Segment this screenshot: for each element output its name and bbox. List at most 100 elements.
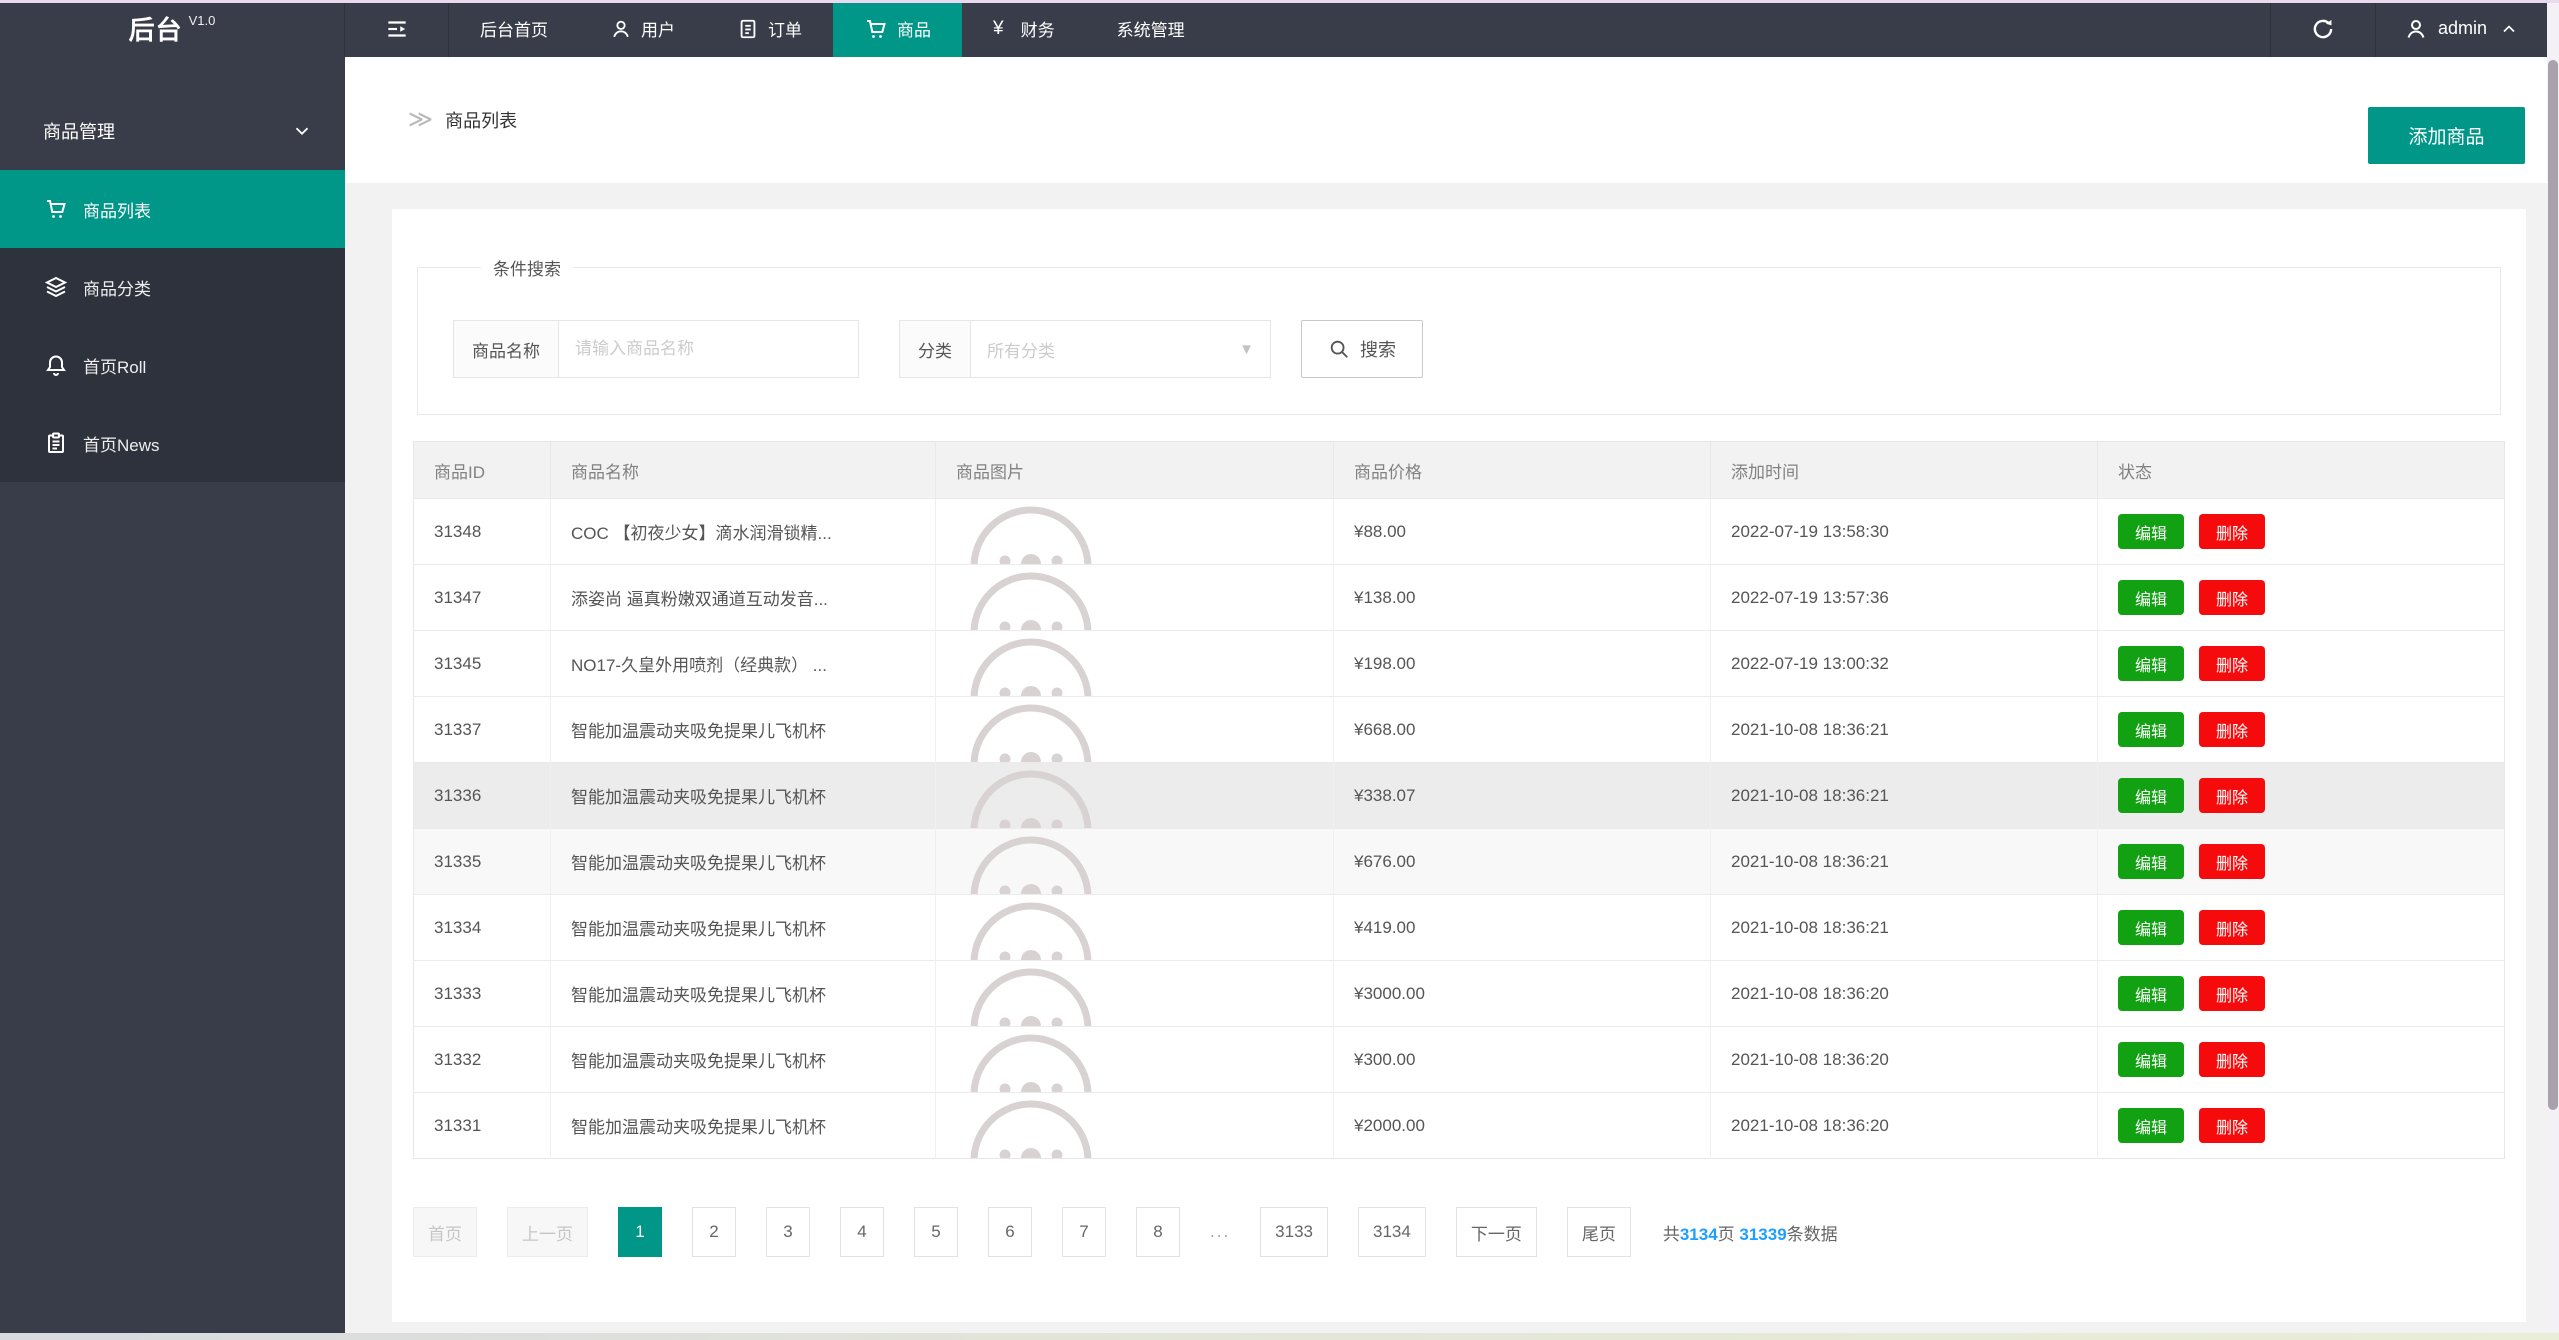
goods-status-cell: 编辑 删除	[2097, 564, 2505, 631]
add-goods-button[interactable]: 添加商品	[2368, 107, 2525, 164]
pager-page-3133[interactable]: 3133	[1260, 1207, 1328, 1257]
sidebar-item-label: 商品列表	[83, 201, 151, 221]
navbar-right: admin	[2269, 0, 2547, 57]
broken-image-placeholder-icon	[956, 698, 1333, 762]
goods-id-cell: 31348	[413, 498, 551, 565]
pager-page-3[interactable]: 3	[766, 1207, 810, 1257]
broken-image-placeholder-icon	[956, 1028, 1333, 1092]
total-records: 31339	[1739, 1224, 1787, 1244]
table-row: 31333 智能加温震动夹吸免提果儿飞机杯 ¥3000.00 2021-10-08 1…	[413, 960, 2505, 1027]
vertical-scrollbar[interactable]	[2547, 3, 2559, 1333]
pager-page-2[interactable]: 2	[692, 1207, 736, 1257]
pager-page-3134[interactable]: 3134	[1358, 1207, 1426, 1257]
delete-button[interactable]: 删除	[2199, 778, 2265, 813]
nav-item-1[interactable]: 用户	[579, 0, 706, 57]
pager-page-5[interactable]: 5	[914, 1207, 958, 1257]
goods-time-cell: 2021-10-08 18:36:20	[1710, 960, 2098, 1027]
pager-page-1-current[interactable]: 1	[618, 1207, 662, 1257]
delete-button[interactable]: 删除	[2199, 580, 2265, 615]
edit-button[interactable]: 编辑	[2118, 844, 2184, 879]
edit-button[interactable]: 编辑	[2118, 1108, 2184, 1143]
goods-status-cell: 编辑 删除	[2097, 630, 2505, 697]
goods-name-input[interactable]	[559, 320, 859, 378]
goods-price-cell: ¥338.07	[1333, 762, 1711, 829]
layers-icon	[43, 275, 69, 299]
edit-button[interactable]: 编辑	[2118, 712, 2184, 747]
search-button[interactable]: 搜索	[1301, 320, 1423, 378]
pager-next-button[interactable]: 下一页	[1455, 1207, 1537, 1257]
sidebar-group-goods[interactable]: 商品管理	[0, 92, 345, 170]
sidebar-group-label: 商品管理	[43, 122, 115, 142]
pager-page-6[interactable]: 6	[988, 1207, 1032, 1257]
sidebar-item-1[interactable]: 商品分类	[0, 248, 345, 326]
edit-button[interactable]: 编辑	[2118, 910, 2184, 945]
delete-button[interactable]: 删除	[2199, 844, 2265, 879]
window-frame-top	[0, 0, 2559, 3]
edit-button[interactable]: 编辑	[2118, 646, 2184, 681]
pager-page-7[interactable]: 7	[1062, 1207, 1106, 1257]
pager-first-button[interactable]: 首页	[413, 1207, 477, 1257]
goods-name-cell: 智能加温震动夹吸免提果儿飞机杯	[550, 828, 936, 895]
search-icon	[1330, 340, 1348, 358]
delete-button[interactable]: 删除	[2199, 712, 2265, 747]
user-menu[interactable]: admin	[2374, 0, 2547, 57]
nav-item-3-active[interactable]: 商品	[833, 0, 962, 57]
goods-id-cell: 31345	[413, 630, 551, 697]
goods-name-cell: 智能加温震动夹吸免提果儿飞机杯	[550, 1026, 936, 1093]
edit-button[interactable]: 编辑	[2118, 514, 2184, 549]
category-selected-value: 所有分类	[987, 341, 1055, 361]
category-select[interactable]: 所有分类 ▼	[971, 320, 1271, 378]
goods-image-cell	[935, 960, 1334, 1027]
goods-name-label: 商品名称	[453, 320, 559, 378]
main-card: 条件搜索 商品名称 分类 所有分类 ▼ 搜索	[392, 209, 2526, 1322]
delete-button[interactable]: 删除	[2199, 910, 2265, 945]
edit-button[interactable]: 编辑	[2118, 976, 2184, 1011]
sidebar-toggle-button[interactable]	[345, 0, 449, 57]
delete-button[interactable]: 删除	[2199, 1108, 2265, 1143]
pagination: 首页 上一页 1 2 3 4 5 6 7 8... 3133 3134 下一页 尾页 共3134页 3133…	[413, 1207, 2526, 1257]
pager-prev-button[interactable]: 上一页	[507, 1207, 588, 1257]
window-frame-bottom	[0, 1333, 2559, 1340]
goods-name-cell: 智能加温震动夹吸免提果儿飞机杯	[550, 762, 936, 829]
edit-button[interactable]: 编辑	[2118, 1042, 2184, 1077]
broken-image-placeholder-icon	[956, 764, 1333, 828]
table-row: 31334 智能加温震动夹吸免提果儿飞机杯 ¥419.00 2021-10-08 18…	[413, 894, 2505, 961]
scrollbar-thumb[interactable]	[2548, 60, 2558, 1110]
refresh-button[interactable]	[2269, 0, 2375, 57]
nav-item-0[interactable]: 后台首页	[449, 0, 579, 57]
delete-button[interactable]: 删除	[2199, 1042, 2265, 1077]
goods-image-cell	[935, 1092, 1334, 1159]
edit-button[interactable]: 编辑	[2118, 778, 2184, 813]
delete-button[interactable]: 删除	[2199, 514, 2265, 549]
goods-status-cell: 编辑 删除	[2097, 696, 2505, 763]
delete-button[interactable]: 删除	[2199, 976, 2265, 1011]
edit-button[interactable]: 编辑	[2118, 580, 2184, 615]
goods-name-cell: 添姿尚 逼真粉嫩双通道互动发音...	[550, 564, 936, 631]
table-row: 31345 NO17-久皇外用喷剂（经典款） ... ¥198.00 2022-07-…	[413, 630, 2505, 697]
sidebar-item-3[interactable]: 首页News	[0, 404, 345, 482]
pager-page-4[interactable]: 4	[840, 1207, 884, 1257]
nav-item-5[interactable]: 系统管理	[1086, 0, 1216, 57]
nav-item-2[interactable]: 订单	[706, 0, 833, 57]
delete-button[interactable]: 删除	[2199, 646, 2265, 681]
pager-page-8[interactable]: 8	[1136, 1207, 1180, 1257]
sidebar-item-2[interactable]: 首页Roll	[0, 326, 345, 404]
goods-status-cell: 编辑 删除	[2097, 828, 2505, 895]
broken-image-placeholder-icon	[956, 962, 1333, 1026]
goods-time-cell: 2022-07-19 13:57:36	[1710, 564, 2098, 631]
sidebar-item-0-active[interactable]: 商品列表	[0, 170, 345, 248]
pager-summary: 共3134页 31339条数据	[1662, 1224, 1838, 1244]
goods-image-cell	[935, 696, 1334, 763]
nav-item-4[interactable]: ¥ 财务	[962, 0, 1086, 57]
cart-icon	[43, 197, 69, 221]
goods-id-cell: 31337	[413, 696, 551, 763]
goods-status-cell: 编辑 删除	[2097, 1092, 2505, 1159]
goods-id-cell: 31334	[413, 894, 551, 961]
app-version: V1.0	[188, 13, 216, 28]
goods-time-cell: 2022-07-19 13:58:30	[1710, 498, 2098, 565]
goods-image-cell	[935, 1026, 1334, 1093]
pager-last-button[interactable]: 尾页	[1566, 1207, 1631, 1257]
sidebar: 商品管理 商品列表商品分类 首页Roll 首页News	[0, 57, 345, 1333]
goods-time-cell: 2021-10-08 18:36:20	[1710, 1026, 2098, 1093]
search-button-label: 搜索	[1360, 340, 1396, 360]
